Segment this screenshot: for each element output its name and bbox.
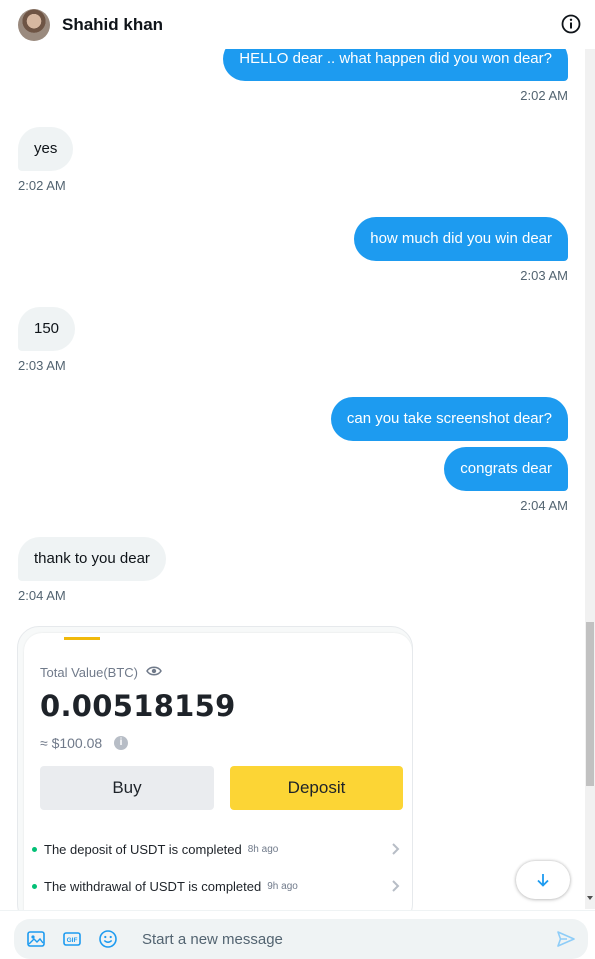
send-icon[interactable] — [556, 929, 576, 949]
message-timestamp: 2:04 AM — [520, 498, 568, 513]
gif-icon[interactable]: GIF — [62, 929, 82, 949]
chevron-right-icon — [392, 843, 400, 855]
shared-image-attachment[interactable]: Total Value(BTC) 0.00518159 ≈ $100.08 i … — [17, 626, 413, 910]
image-icon[interactable] — [26, 929, 46, 949]
message-timestamp: 2:03 AM — [18, 358, 66, 373]
usd-equivalent: ≈ $100.08 — [40, 735, 103, 751]
scroll-to-bottom-button[interactable] — [516, 861, 570, 899]
deposit-button: Deposit — [230, 766, 403, 810]
scrollbar[interactable] — [585, 49, 595, 909]
avatar[interactable] — [18, 8, 50, 41]
message-bubble-incoming[interactable]: yes — [18, 127, 74, 171]
gif-label: GIF — [67, 937, 78, 944]
message-bubble-outgoing[interactable]: congrats dear — [444, 447, 568, 491]
total-value-label: Total Value(BTC) — [40, 665, 139, 680]
wallet-screenshot: Total Value(BTC) 0.00518159 ≈ $100.08 i … — [24, 633, 412, 910]
message-bubble-incoming[interactable]: 150 — [18, 307, 76, 351]
message-timestamp: 2:03 AM — [520, 268, 568, 283]
card-accent-bar — [64, 637, 100, 640]
notice-time: 9h ago — [267, 880, 298, 892]
scrollbar-thumb[interactable] — [586, 622, 594, 786]
composer: GIF — [14, 919, 588, 959]
message-bubble-outgoing[interactable]: how much did you win dear — [354, 217, 568, 261]
message-bubble-outgoing[interactable]: can you take screenshot dear? — [330, 397, 568, 441]
emoji-icon[interactable] — [98, 929, 118, 949]
notice-row: The withdrawal of USDT is completed 9h a… — [32, 876, 404, 896]
status-dot — [32, 846, 37, 852]
message-timestamp: 2:02 AM — [520, 88, 568, 103]
info-icon: i — [114, 736, 128, 750]
notice-text: The withdrawal of USDT is completed — [44, 878, 262, 894]
composer-bar: GIF — [0, 910, 595, 959]
message-timestamp: 2:04 AM — [18, 588, 66, 603]
info-icon[interactable] — [561, 14, 581, 34]
arrow-down-icon — [537, 874, 549, 887]
message-bubble-incoming[interactable]: thank to you dear — [18, 537, 166, 581]
buy-button: Buy — [40, 766, 214, 810]
scroll-down-arrow-icon[interactable] — [587, 896, 593, 900]
contact-name[interactable]: Shahid khan — [62, 15, 163, 35]
chevron-right-icon — [392, 880, 400, 892]
conversation-header: Shahid khan — [0, 0, 595, 49]
btc-balance: 0.00518159 — [40, 689, 236, 723]
notice-text: The deposit of USDT is completed — [44, 841, 242, 857]
status-dot — [32, 883, 37, 889]
eye-icon — [146, 666, 162, 676]
message-thread[interactable]: HELLO dear .. what happen did you won de… — [0, 0, 585, 910]
notice-time: 8h ago — [247, 843, 279, 855]
message-input[interactable] — [142, 919, 542, 959]
message-timestamp: 2:02 AM — [18, 178, 66, 193]
notice-row: The deposit of USDT is completed 8h ago — [32, 839, 404, 859]
